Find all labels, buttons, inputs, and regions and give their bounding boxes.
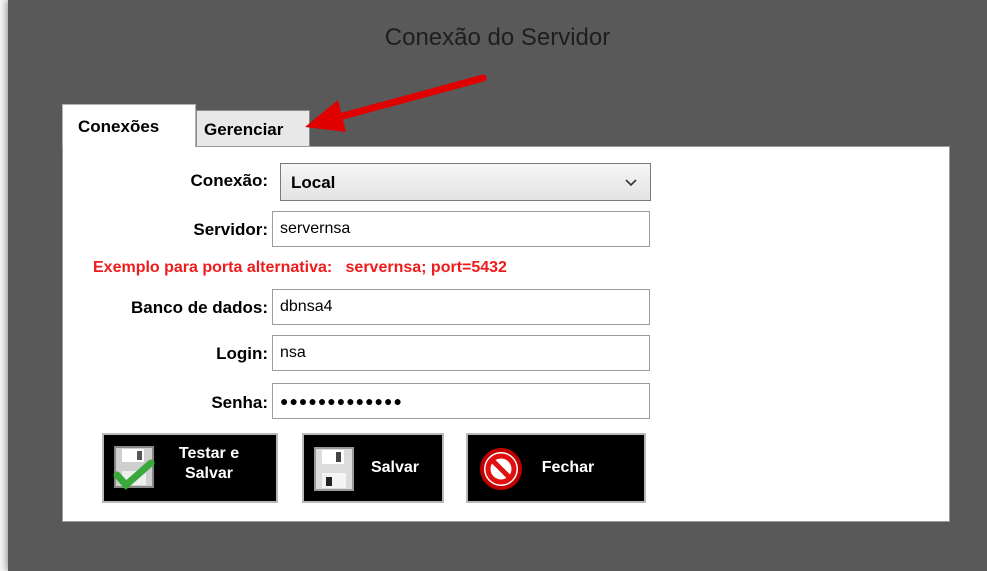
connection-dialog: Conexão do Servidor Conexões Gerenciar C… bbox=[8, 0, 987, 571]
server-input[interactable]: servernsa bbox=[272, 211, 650, 247]
window-title: Conexão do Servidor bbox=[384, 24, 611, 51]
connection-select-value: Local bbox=[291, 173, 336, 192]
tab-gerenciar[interactable]: Gerenciar bbox=[196, 110, 310, 146]
connections-panel: Conexão: Local Servidor: servernsa Exemp… bbox=[62, 146, 950, 522]
close-button-label: Fechar bbox=[541, 459, 595, 476]
floppy-disk-icon bbox=[314, 447, 354, 496]
login-label: Login: bbox=[216, 344, 268, 363]
database-label: Banco de dados: bbox=[131, 298, 268, 317]
save-button[interactable]: Salvar bbox=[302, 433, 444, 503]
test-save-label-line1: Testar e bbox=[178, 445, 240, 462]
connection-select[interactable]: Local bbox=[280, 163, 651, 201]
login-input[interactable]: nsa bbox=[272, 335, 650, 371]
connection-label: Conexão: bbox=[190, 171, 268, 190]
no-entry-icon bbox=[480, 448, 522, 495]
password-input[interactable]: ●●●●●●●●●●●●● bbox=[272, 383, 650, 419]
password-label: Senha: bbox=[211, 393, 268, 412]
save-button-label: Salvar bbox=[370, 459, 420, 476]
chevron-down-icon bbox=[624, 174, 638, 194]
save-check-icon bbox=[113, 445, 157, 496]
database-input[interactable]: dbnsa4 bbox=[272, 289, 650, 325]
tab-conexoes[interactable]: Conexões bbox=[62, 104, 196, 147]
close-button[interactable]: Fechar bbox=[466, 433, 646, 503]
test-save-label-line2: Salvar bbox=[184, 465, 234, 482]
server-label: Servidor: bbox=[193, 220, 268, 239]
test-and-save-button[interactable]: Testar e Salvar bbox=[102, 433, 278, 503]
port-hint-text: Exemplo para porta alternativa: serverns… bbox=[93, 259, 507, 276]
